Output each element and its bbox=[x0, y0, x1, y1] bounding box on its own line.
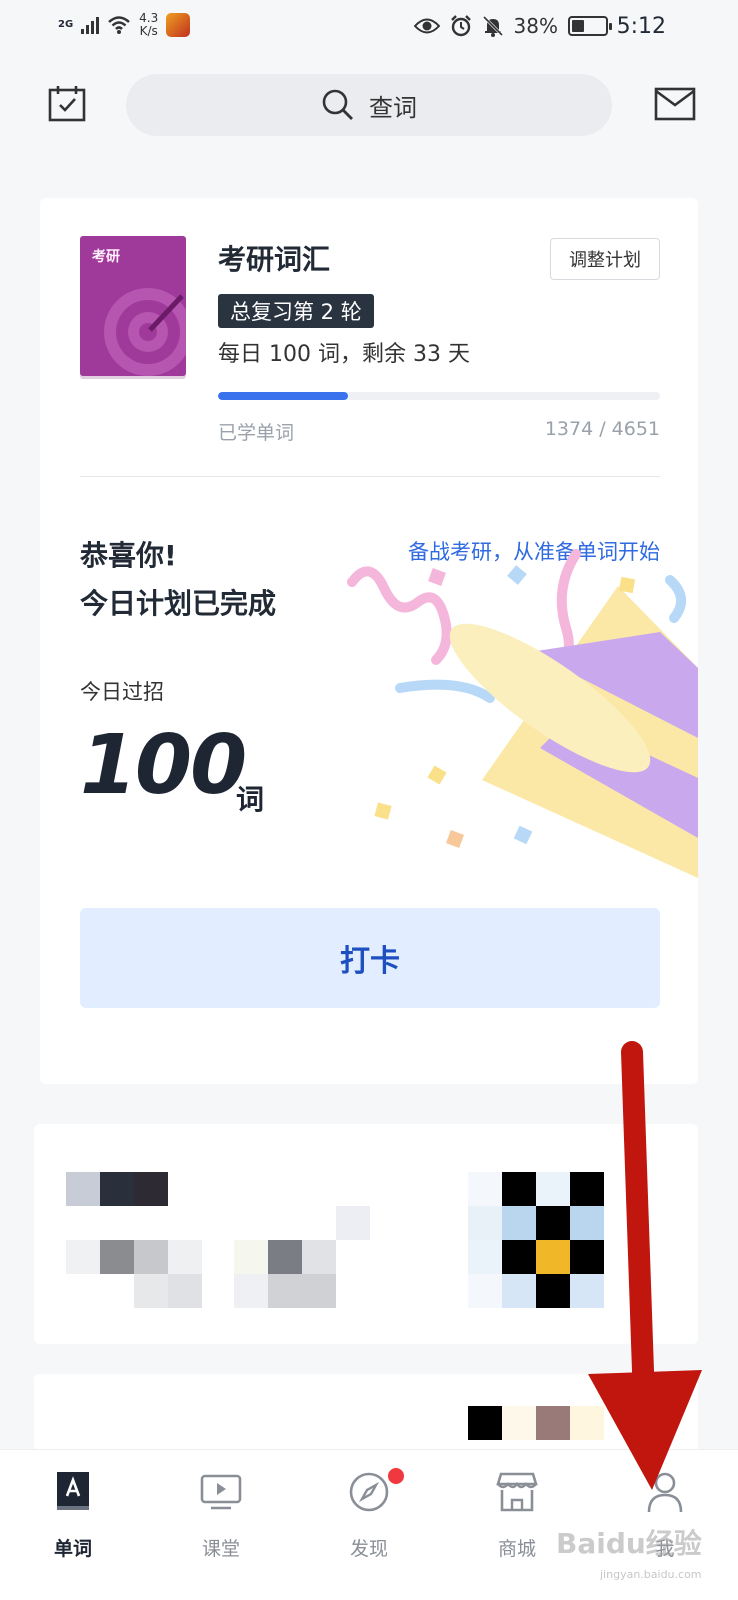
tab-discover[interactable]: 发现 bbox=[324, 1468, 414, 1588]
mail-icon[interactable] bbox=[654, 87, 696, 121]
alarm-icon bbox=[450, 15, 471, 37]
tab-label: 课堂 bbox=[201, 1538, 240, 1560]
learned-words-count: 1374 / 4651 bbox=[544, 418, 660, 440]
notification-dot bbox=[388, 1468, 404, 1484]
congrats-message: 恭喜你! 今日计划已完成 bbox=[80, 532, 276, 628]
pixelated-content-card[interactable] bbox=[34, 1124, 698, 1344]
daily-plan-text: 每日 100 词，剩余 33 天 bbox=[218, 342, 470, 367]
search-icon bbox=[322, 89, 353, 120]
eye-icon bbox=[413, 18, 440, 34]
network-type: 2G bbox=[58, 19, 74, 30]
signal-icon bbox=[81, 16, 100, 34]
party-popper-illustration bbox=[347, 549, 698, 878]
top-bar: 查词 bbox=[0, 74, 738, 136]
book-cover-label: 考研 bbox=[92, 249, 120, 265]
game-app-icon bbox=[166, 13, 191, 37]
search-bar[interactable]: 查词 bbox=[126, 74, 612, 136]
book-cover[interactable]: 考研 bbox=[80, 236, 186, 376]
qr-code-pixelated bbox=[468, 1172, 604, 1308]
store-icon bbox=[496, 1472, 538, 1512]
card-divider bbox=[80, 476, 660, 477]
tab-label: 发现 bbox=[349, 1538, 388, 1560]
congrats-line-2: 今日计划已完成 bbox=[80, 587, 277, 620]
watermark: Baidu经验 bbox=[556, 1527, 702, 1560]
tab-word[interactable]: 单词 bbox=[28, 1468, 118, 1588]
watermark-url: jingyan.baidu.com bbox=[600, 1568, 702, 1581]
review-round-badge: 总复习第 2 轮 bbox=[218, 294, 374, 328]
target-icon bbox=[104, 288, 186, 376]
tab-label: 单词 bbox=[53, 1538, 92, 1560]
tab-classroom[interactable]: 课堂 bbox=[176, 1468, 266, 1588]
today-label: 今日过招 bbox=[80, 680, 164, 704]
battery-icon bbox=[568, 16, 612, 36]
status-right: 38% bbox=[413, 14, 612, 38]
congrats-line-1: 恭喜你! bbox=[80, 539, 177, 572]
status-left: 2G 4.3 K/s bbox=[58, 12, 191, 38]
adjust-plan-button[interactable]: 调整计划 bbox=[550, 238, 660, 280]
clock: 5:12 bbox=[616, 14, 666, 39]
app-screen: 2G 4.3 K/s 38% 5:12 查词 考研 考研词汇 调整计划 总复习第… bbox=[0, 0, 738, 1600]
word-book-icon bbox=[57, 1472, 89, 1510]
search-placeholder: 查词 bbox=[369, 93, 417, 122]
wifi-icon bbox=[108, 16, 131, 34]
check-in-button[interactable]: 打卡 bbox=[80, 908, 660, 1008]
tab-label: 商城 bbox=[497, 1538, 536, 1560]
calendar-check-icon[interactable] bbox=[48, 84, 86, 122]
user-icon bbox=[647, 1472, 683, 1513]
mute-bell-icon bbox=[482, 15, 503, 37]
learning-progress-fill bbox=[218, 392, 349, 400]
study-plan-card: 考研 考研词汇 调整计划 总复习第 2 轮 每日 100 词，剩余 33 天 已… bbox=[40, 198, 698, 1084]
battery-level bbox=[572, 20, 585, 32]
video-play-icon bbox=[200, 1474, 242, 1510]
today-word-unit: 词 bbox=[236, 783, 265, 816]
compass-icon bbox=[349, 1472, 389, 1512]
today-word-count: 100 bbox=[80, 718, 247, 813]
network-speed: 4.3 K/s bbox=[139, 12, 158, 38]
learning-progress-bar bbox=[218, 392, 660, 400]
speed-value: 4.3 bbox=[139, 11, 159, 25]
speed-unit: K/s bbox=[139, 24, 158, 38]
battery-percent: 38% bbox=[513, 14, 558, 38]
tab-store[interactable]: 商城 bbox=[472, 1468, 562, 1588]
learned-words-label: 已学单词 bbox=[218, 422, 295, 444]
status-bar: 2G 4.3 K/s 38% 5:12 bbox=[0, 0, 738, 56]
book-title: 考研词汇 bbox=[218, 243, 331, 276]
